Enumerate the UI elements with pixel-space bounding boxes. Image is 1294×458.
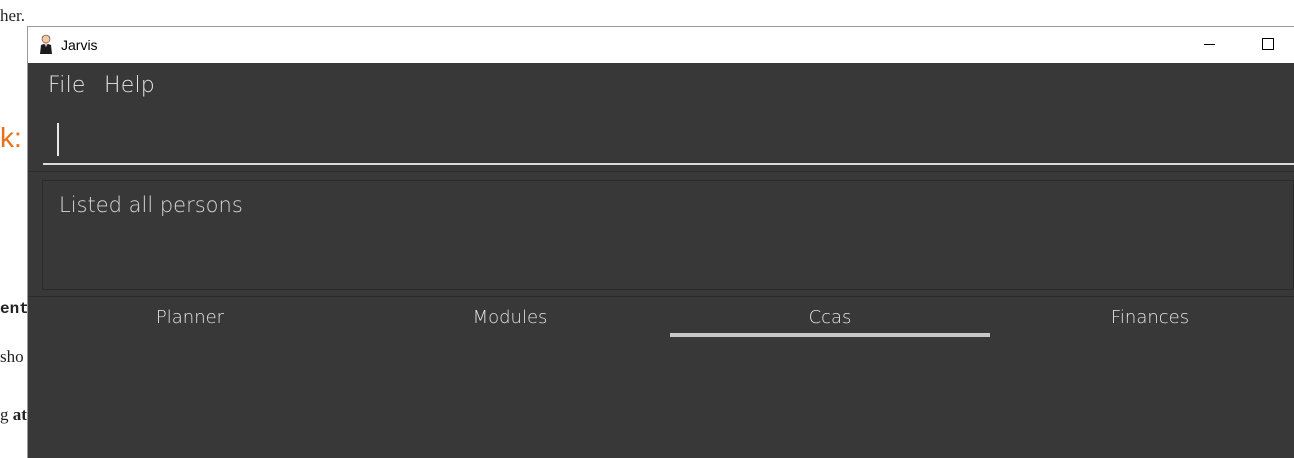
background-text-normal: g bbox=[0, 405, 13, 424]
background-code-fragment: ent bbox=[0, 300, 29, 318]
tab-bar: Planner Modules Ccas Finances bbox=[28, 297, 1294, 347]
text-caret bbox=[57, 123, 59, 156]
window-title: Jarvis bbox=[61, 37, 98, 53]
divider bbox=[28, 171, 1294, 172]
minimize-button[interactable] bbox=[1196, 33, 1226, 57]
background-text-fragment: her. bbox=[0, 6, 26, 25]
tab-planner[interactable]: Planner bbox=[30, 307, 350, 328]
menu-file[interactable]: File bbox=[48, 73, 86, 98]
tab-modules[interactable]: Modules bbox=[350, 307, 670, 328]
title-bar[interactable]: Jarvis bbox=[28, 27, 1294, 63]
app-window: Jarvis File Help Listed all persons Plan… bbox=[27, 26, 1294, 458]
background-heading-fragment: k: bbox=[0, 122, 22, 153]
tab-ccas[interactable]: Ccas bbox=[670, 307, 990, 328]
menu-bar: File Help bbox=[28, 63, 1294, 107]
menu-help[interactable]: Help bbox=[104, 73, 155, 98]
background-text-fragment: g at bbox=[0, 405, 27, 425]
result-display: Listed all persons bbox=[42, 180, 1294, 290]
tab-finances[interactable]: Finances bbox=[990, 307, 1294, 328]
command-input[interactable] bbox=[43, 113, 1294, 165]
background-text-bold: at bbox=[12, 405, 27, 424]
background-text-fragment: sho bbox=[0, 347, 24, 366]
butler-icon bbox=[38, 34, 54, 54]
result-message: Listed all persons bbox=[59, 193, 243, 217]
selected-tab-indicator bbox=[670, 333, 990, 337]
maximize-button[interactable] bbox=[1254, 33, 1284, 57]
